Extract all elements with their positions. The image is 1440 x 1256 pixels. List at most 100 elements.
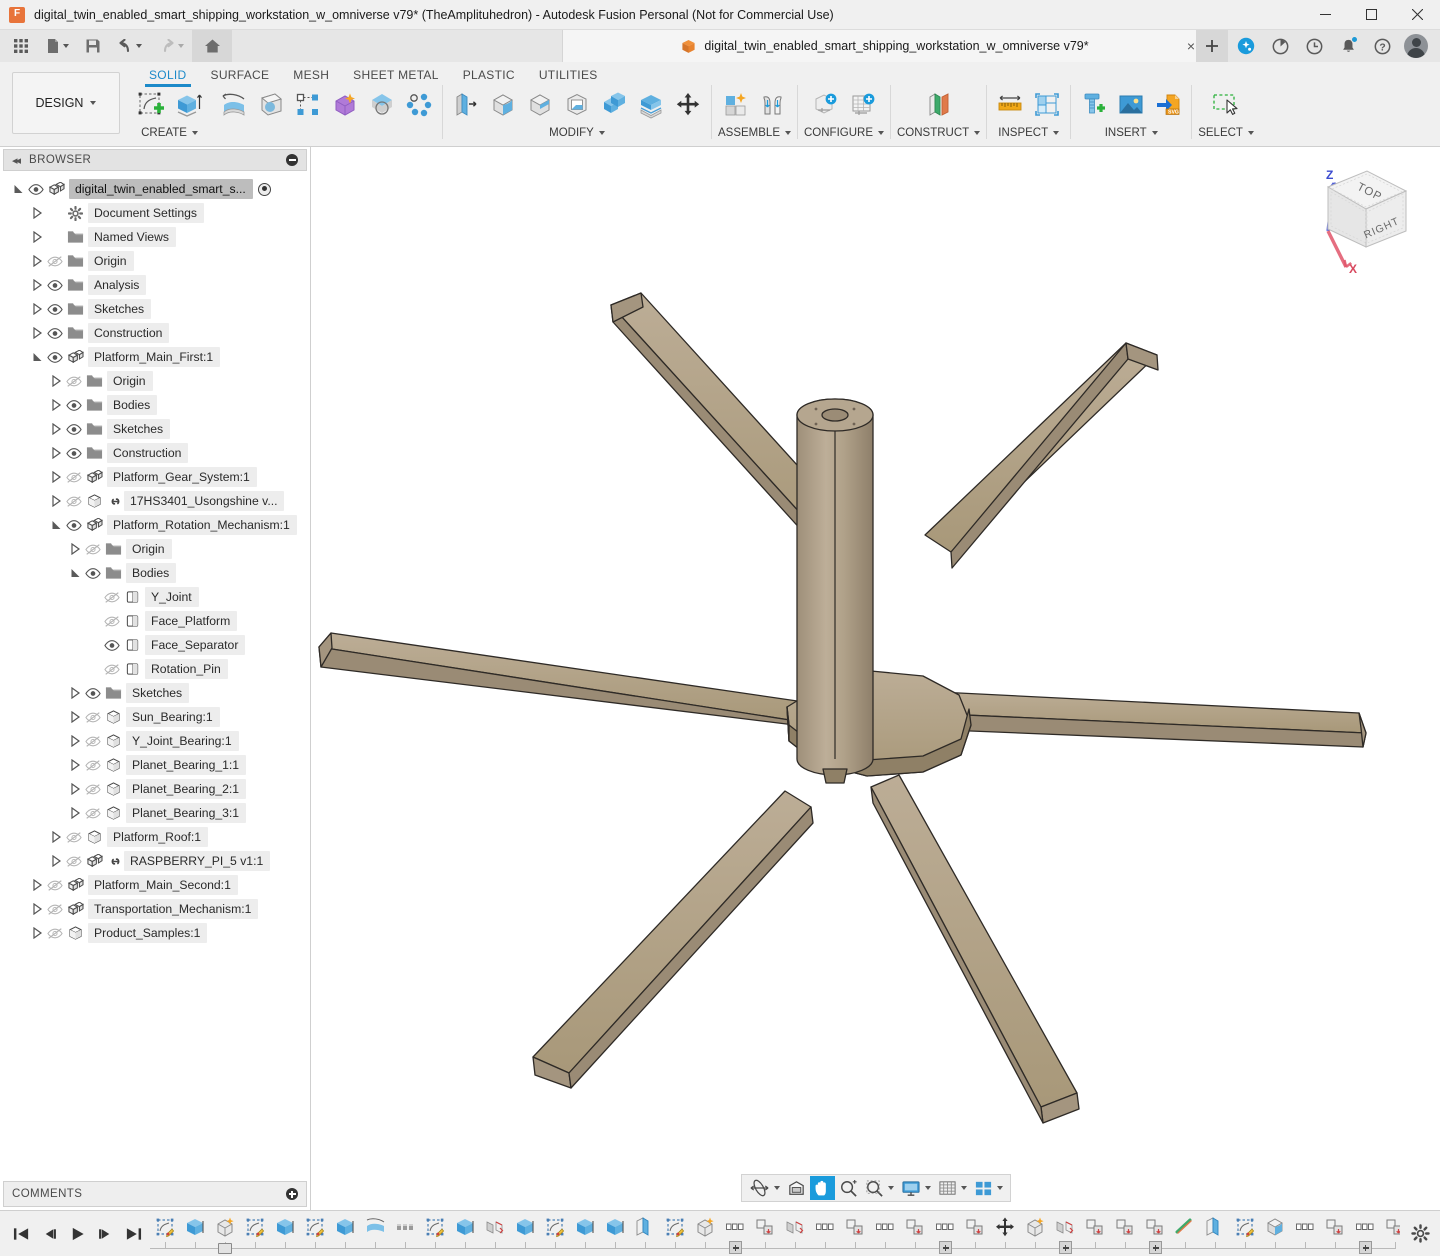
section-analysis-icon[interactable] [1030,88,1064,122]
visibility-on-icon[interactable] [45,351,65,364]
shell-icon[interactable] [560,88,594,122]
workspace-selector[interactable]: DESIGN [12,72,120,134]
timeline-feature-hole-group[interactable] [720,1212,750,1242]
expand-arrow-icon[interactable] [31,903,43,915]
visibility-off-icon[interactable] [45,879,65,892]
visibility-on-icon[interactable] [64,423,84,436]
configuration-icon[interactable] [809,88,843,122]
timeline-settings-icon[interactable] [1400,1224,1440,1243]
timeline-feature-sketch[interactable] [1230,1212,1260,1242]
timeline-feature-sketch[interactable] [240,1212,270,1242]
visibility-off-icon[interactable] [64,855,84,868]
tree-item[interactable]: Rotation_Pin [0,657,310,681]
expand-arrow-icon[interactable] [69,711,81,723]
visibility-off-icon[interactable] [83,783,103,796]
panel-insert-label[interactable]: INSERT [1105,127,1158,139]
tree-item[interactable]: Bodies [0,393,310,417]
panel-select-label[interactable]: SELECT [1198,127,1254,139]
visibility-off-icon[interactable] [64,375,84,388]
visibility-off-icon[interactable] [83,759,103,772]
visibility-off-icon[interactable] [64,831,84,844]
browser-minimize-icon[interactable] [286,154,298,166]
maximize-button[interactable] [1348,0,1394,30]
dashboard-icon[interactable] [1264,30,1296,62]
chevron-down-icon[interactable] [888,1186,894,1190]
insert-svg-icon[interactable]: SVG [1151,88,1185,122]
visibility-off-icon[interactable] [102,663,122,676]
timeline-feature-mirror[interactable] [480,1212,510,1242]
visibility-off-icon[interactable] [45,927,65,940]
tree-item[interactable]: Construction [0,321,310,345]
tree-item[interactable]: Origin [0,249,310,273]
expand-arrow-icon[interactable] [31,231,43,243]
chevron-down-icon[interactable] [925,1186,931,1190]
extensions-icon[interactable] [1230,30,1262,62]
expand-arrow-icon[interactable] [31,327,43,339]
tree-item[interactable]: Platform_Main_Second:1 [0,873,310,897]
chevron-down-icon[interactable] [774,1186,780,1190]
visibility-on-icon[interactable] [45,327,65,340]
expand-arrow-icon[interactable] [50,471,62,483]
joint-icon[interactable] [756,88,790,122]
visibility-on-icon[interactable] [64,519,84,532]
timeline-feature-extrude[interactable] [600,1212,630,1242]
tree-item[interactable]: 17HS3401_Usongshine v... [0,489,310,513]
home-icon[interactable] [192,30,232,62]
expand-arrow-icon[interactable] [50,831,62,843]
timeline-feature-sketch[interactable] [420,1212,450,1242]
tree-item[interactable]: Origin [0,537,310,561]
tree-item[interactable]: Platform_Main_First:1 [0,345,310,369]
visibility-on-icon[interactable] [64,399,84,412]
expand-arrow-icon[interactable] [31,279,43,291]
go-to-beginning-button[interactable] [8,1219,34,1249]
expand-arrow-icon[interactable] [50,855,62,867]
visibility-on-icon[interactable] [45,279,65,292]
collapse-arrow-icon[interactable] [69,567,81,579]
zoom-icon[interactable] [836,1176,861,1200]
tree-item[interactable]: Face_Platform [0,609,310,633]
visibility-off-icon[interactable] [45,255,65,268]
timeline-feature-joint[interactable] [1320,1212,1350,1242]
tab-surface[interactable]: SURFACE [199,66,282,87]
visibility-off-icon[interactable] [83,711,103,724]
recent-icon[interactable] [1298,30,1330,62]
new-component-icon[interactable] [719,88,753,122]
grid-snaps-icon[interactable] [935,1176,970,1200]
measure-icon[interactable] [993,88,1027,122]
visibility-off-icon[interactable] [102,615,122,628]
collapse-arrow-icon[interactable] [12,183,24,195]
timeline-feature-joint[interactable] [750,1212,780,1242]
visibility-on-icon[interactable] [102,639,122,652]
timeline-feature-sketch[interactable] [300,1212,330,1242]
timeline-feature-move[interactable] [990,1212,1020,1242]
expand-arrow-icon[interactable] [69,807,81,819]
tab-solid[interactable]: SOLID [137,66,199,87]
tree-item[interactable]: RASPBERRY_PI_5 v1:1 [0,849,310,873]
timeline-feature-sketch[interactable] [150,1212,180,1242]
tab-utilities[interactable]: UTILITIES [527,66,610,87]
tree-item[interactable]: Named Views [0,225,310,249]
configuration-table-icon[interactable] [846,88,880,122]
timeline-feature-extrude[interactable] [510,1212,540,1242]
step-back-button[interactable] [36,1219,62,1249]
timeline-playhead[interactable] [218,1243,232,1254]
combine-icon[interactable] [597,88,631,122]
construction-plane-icon[interactable] [922,88,956,122]
tree-item[interactable]: Y_Joint [0,585,310,609]
visibility-off-icon[interactable] [83,735,103,748]
expand-arrow-icon[interactable] [50,423,62,435]
fit-icon[interactable] [862,1176,897,1200]
visibility-off-icon[interactable] [45,903,65,916]
tree-item[interactable]: Planet_Bearing_3:1 [0,801,310,825]
tree-item[interactable]: Planet_Bearing_2:1 [0,777,310,801]
create-form-icon[interactable] [328,88,362,122]
panel-configure-label[interactable]: CONFIGURE [804,127,884,139]
tree-item[interactable]: Construction [0,441,310,465]
expand-arrow-icon[interactable] [50,375,62,387]
chevron-down-icon[interactable] [961,1186,967,1190]
expand-arrow-icon[interactable] [69,543,81,555]
timeline-feature-joint[interactable] [1140,1212,1170,1242]
visibility-on-icon[interactable] [83,687,103,700]
timeline-feature-hole-group[interactable] [810,1212,840,1242]
pattern-rect-icon[interactable] [291,88,325,122]
